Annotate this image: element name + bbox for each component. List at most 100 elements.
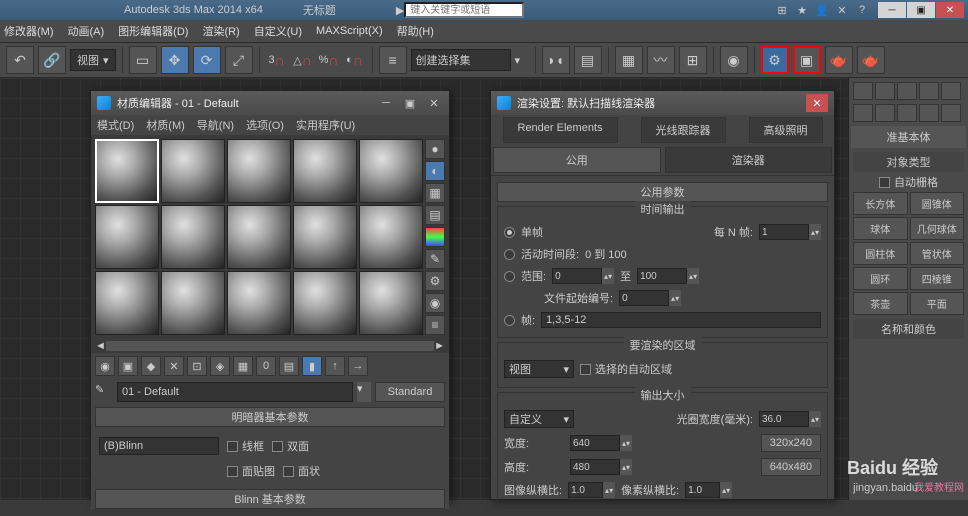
sample-type-icon[interactable]: ● (425, 139, 445, 159)
helpers-cat-icon[interactable] (941, 104, 961, 122)
tab-adv-lighting[interactable]: 高级照明 (749, 117, 823, 143)
prim-teapot-button[interactable]: 茶壶 (853, 292, 908, 315)
range-to-spinner[interactable] (637, 268, 687, 284)
mat-map-nav-icon[interactable]: ≡ (425, 315, 445, 335)
material-slot[interactable] (359, 271, 423, 335)
menu-customize[interactable]: 自定义(U) (254, 23, 302, 39)
signin-icon[interactable]: 👤 (814, 2, 830, 18)
modify-tab-icon[interactable] (875, 82, 895, 100)
select-move-button[interactable]: ✥ (161, 46, 189, 74)
facemap-checkbox[interactable]: 面贴图 (227, 463, 275, 479)
make-copy-icon[interactable]: ⊡ (187, 356, 207, 376)
cameras-cat-icon[interactable] (919, 104, 939, 122)
mat-id-icon[interactable]: 0 (256, 356, 276, 376)
prim-plane-button[interactable]: 平面 (910, 292, 965, 315)
mat-menu-modes[interactable]: 模式(D) (97, 117, 134, 133)
infocenter-icon[interactable]: ⊞ (774, 2, 790, 18)
star-icon[interactable]: ★ (794, 2, 810, 18)
tab-render-elements[interactable]: Render Elements (503, 117, 618, 143)
sample-uv-icon[interactable]: ▤ (425, 205, 445, 225)
image-aspect-spinner[interactable] (568, 482, 603, 498)
put-to-lib-icon[interactable]: ▦ (233, 356, 253, 376)
blinn-params-rollout[interactable]: Blinn 基本参数 (95, 489, 445, 509)
pixel-aspect-spinner[interactable] (685, 482, 720, 498)
help-icon[interactable]: ▶ (396, 4, 404, 17)
width-spinner[interactable] (570, 435, 620, 451)
autogrid-checkbox[interactable]: 自动栅格 (853, 172, 964, 192)
search-input[interactable] (404, 2, 524, 18)
undo-button[interactable]: ↶ (6, 46, 34, 74)
common-params-rollout[interactable]: 公用参数 (497, 182, 828, 202)
material-slot[interactable] (95, 139, 159, 203)
every-n-spinner[interactable] (759, 224, 809, 240)
menu-animation[interactable]: 动画(A) (68, 23, 105, 39)
hierarchy-tab-icon[interactable] (897, 82, 917, 100)
geometry-cat-icon[interactable] (853, 104, 873, 122)
tab-common[interactable]: 公用 (493, 147, 661, 173)
menu-maxscript[interactable]: MAXScript(X) (316, 25, 383, 37)
auto-region-checkbox[interactable]: 选择的自动区域 (580, 361, 672, 377)
area-dropdown[interactable]: 视图▾ (504, 360, 574, 378)
make-unique-icon[interactable]: ◈ (210, 356, 230, 376)
help2-icon[interactable]: ? (854, 2, 870, 18)
aperture-spinner[interactable] (759, 411, 809, 427)
height-spinner[interactable] (570, 459, 620, 475)
schematic-button[interactable]: ⊞ (679, 46, 707, 74)
material-slot[interactable] (227, 271, 291, 335)
motion-tab-icon[interactable] (919, 82, 939, 100)
tab-renderer[interactable]: 渲染器 (665, 147, 833, 173)
curve-editor-button[interactable]: 〰 (647, 46, 675, 74)
faceted-checkbox[interactable]: 面状 (283, 463, 320, 479)
layer-button[interactable]: ▦ (615, 46, 643, 74)
spinner-snap-button[interactable]: ◐∩ (344, 48, 366, 72)
assign-to-sel-icon[interactable]: ◆ (141, 356, 161, 376)
material-slot[interactable] (161, 139, 225, 203)
render-last-button[interactable]: 🫖 (857, 46, 885, 74)
material-editor-titlebar[interactable]: 材质编辑器 - 01 - Default ─ ▣ ✕ (91, 91, 449, 115)
ref-coord-dropdown[interactable]: 视图▾ (70, 49, 116, 71)
snap-3-button[interactable]: 3∩ (266, 48, 288, 72)
put-to-scene-icon[interactable]: ▣ (118, 356, 138, 376)
prim-box-button[interactable]: 长方体 (853, 192, 908, 215)
backlight-icon[interactable]: ◐ (425, 161, 445, 181)
material-slot[interactable] (161, 205, 225, 269)
link-button[interactable]: 🔗 (38, 46, 66, 74)
menu-help[interactable]: 帮助(H) (397, 23, 434, 39)
prim-cylinder-button[interactable]: 圆柱体 (853, 242, 908, 265)
get-material-icon[interactable]: ◉ (95, 356, 115, 376)
lights-cat-icon[interactable] (897, 104, 917, 122)
exchange-icon[interactable]: ✕ (834, 2, 850, 18)
select-rotate-button[interactable]: ⟳ (193, 46, 221, 74)
mat-menu-material[interactable]: 材质(M) (146, 117, 185, 133)
render-close-button[interactable]: ✕ (806, 94, 828, 112)
reset-map-icon[interactable]: ✕ (164, 356, 184, 376)
active-radio[interactable] (504, 249, 515, 260)
prim-tube-button[interactable]: 管状体 (910, 242, 965, 265)
material-slot[interactable] (293, 139, 357, 203)
prim-torus-button[interactable]: 圆环 (853, 267, 908, 290)
maximize-button[interactable]: ▣ (907, 2, 935, 18)
shader-type-dropdown[interactable]: (B)Blinn (99, 437, 219, 455)
material-type-button[interactable]: Standard (375, 382, 445, 402)
file-start-spinner[interactable] (619, 290, 669, 306)
show-map-icon[interactable]: ▤ (279, 356, 299, 376)
mat-min-button[interactable]: ─ (377, 95, 395, 111)
options-icon[interactable]: ⚙ (425, 271, 445, 291)
select-scale-button[interactable]: ⤢ (225, 46, 253, 74)
material-slot[interactable] (293, 205, 357, 269)
minimize-button[interactable]: ─ (878, 2, 906, 18)
prim-sphere-button[interactable]: 球体 (853, 217, 908, 240)
make-preview-icon[interactable]: ✎ (425, 249, 445, 269)
close-button[interactable]: ✕ (936, 2, 964, 18)
category-dropdown[interactable]: 准基本体 (851, 126, 966, 148)
go-forward-icon[interactable]: → (348, 356, 368, 376)
preset-320x240-button[interactable]: 320x240 (761, 434, 821, 452)
rendered-frame-button[interactable]: ▣ (793, 46, 821, 74)
material-slot[interactable] (95, 205, 159, 269)
material-name-input[interactable]: 01 - Default (117, 382, 353, 402)
material-scrollbar[interactable]: ◄► (91, 339, 449, 353)
align-button[interactable]: ▤ (574, 46, 602, 74)
go-parent-icon[interactable]: ↑ (325, 356, 345, 376)
render-setup-button[interactable]: ⚙ (761, 46, 789, 74)
mat-menu-utilities[interactable]: 实用程序(U) (296, 117, 355, 133)
